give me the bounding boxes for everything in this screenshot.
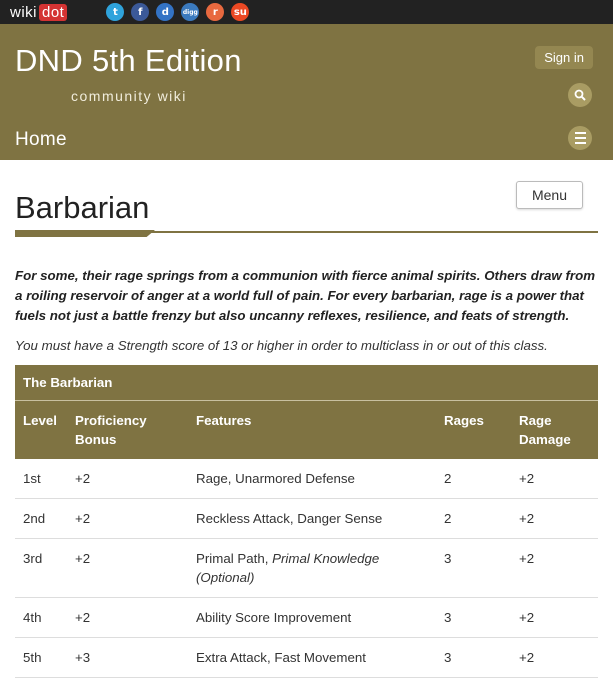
- cell-features: Ability Score Improvement: [188, 597, 436, 638]
- class-intro: For some, their rage springs from a comm…: [15, 268, 596, 323]
- cell-level: 4th: [15, 597, 67, 638]
- logo-suffix: dot: [39, 3, 68, 21]
- cell-rage-damage: +2: [511, 597, 598, 638]
- social-links: t f d digg r su: [106, 3, 250, 21]
- header-rage-damage: Rage Damage: [511, 400, 598, 459]
- search-button[interactable]: [568, 83, 592, 107]
- wikidot-topbar: wiki dot t f d digg r su: [0, 0, 613, 24]
- feature-text: Ability Score Improvement: [196, 610, 352, 625]
- cell-level: 1st: [15, 459, 67, 499]
- cell-level: 2nd: [15, 498, 67, 539]
- header-level: Level: [15, 400, 67, 459]
- nav-menu-button[interactable]: [568, 126, 592, 150]
- feature-text: Rage, Unarmored Defense: [196, 471, 355, 486]
- header-rages: Rages: [436, 400, 511, 459]
- feature-text: Primal Path,: [196, 551, 273, 566]
- cell-proficiency: +2: [67, 597, 188, 638]
- feature-text: Reckless Attack, Danger Sense: [196, 511, 383, 526]
- cell-proficiency: +2: [67, 459, 188, 499]
- cell-level: 3rd: [15, 538, 67, 598]
- cell-rages: 2: [436, 498, 511, 539]
- cell-rage-damage: +2: [511, 498, 598, 539]
- cell-rages: 2: [436, 459, 511, 499]
- cell-proficiency: +3: [67, 637, 188, 678]
- cell-rages: 3: [436, 637, 511, 678]
- cell-features: Primal Path, Primal Knowledge (Optional): [188, 538, 436, 598]
- cell-rage-damage: +2: [511, 459, 598, 499]
- stumbleupon-icon[interactable]: su: [231, 3, 250, 21]
- barbarian-table: The Barbarian Level Proficiency Bonus Fe…: [15, 365, 598, 678]
- search-icon: [574, 89, 586, 101]
- cell-rages: 3: [436, 538, 511, 598]
- main-content: Menu Barbarian For some, their rage spri…: [0, 160, 613, 678]
- site-header: DND 5th Edition community wiki Sign in H…: [0, 24, 613, 160]
- cell-rage-damage: +2: [511, 538, 598, 598]
- site-title[interactable]: DND 5th Edition: [15, 43, 242, 79]
- cell-level: 5th: [15, 637, 67, 678]
- hamburger-icon: [574, 132, 586, 134]
- table-row: 4th +2 Ability Score Improvement 3 +2: [15, 597, 598, 638]
- cell-rages: 3: [436, 597, 511, 638]
- cell-rage-damage: +2: [511, 637, 598, 678]
- table-row: 1st +2 Rage, Unarmored Defense 2 +2: [15, 459, 598, 499]
- table-row: 3rd +2 Primal Path, Primal Knowledge (Opti…: [15, 538, 598, 598]
- multiclass-note: You must have a Strength score of 13 or …: [15, 338, 548, 353]
- facebook-icon[interactable]: f: [131, 3, 150, 21]
- cell-features: Reckless Attack, Danger Sense: [188, 498, 436, 539]
- feature-text: Extra Attack, Fast Movement: [196, 650, 366, 665]
- cell-proficiency: +2: [67, 498, 188, 539]
- header-features: Features: [188, 400, 436, 459]
- table-caption: The Barbarian: [15, 365, 598, 401]
- logo-prefix: wiki: [10, 3, 37, 21]
- wikidot-logo[interactable]: wiki dot: [10, 3, 68, 21]
- twitter-icon[interactable]: t: [106, 3, 125, 21]
- table-row: 5th +3 Extra Attack, Fast Movement 3 +2: [15, 637, 598, 678]
- sign-in-button[interactable]: Sign in: [535, 46, 593, 69]
- home-link[interactable]: Home: [15, 129, 67, 151]
- reddit-icon[interactable]: r: [206, 3, 225, 21]
- header-proficiency: Proficiency Bonus: [67, 400, 188, 459]
- title-divider: [15, 230, 598, 238]
- site-subtitle: community wiki: [71, 88, 187, 104]
- digg-icon[interactable]: digg: [181, 3, 200, 21]
- delicious-icon[interactable]: d: [156, 3, 175, 21]
- page-title: Barbarian: [15, 190, 150, 225]
- cell-proficiency: +2: [67, 538, 188, 598]
- cell-features: Rage, Unarmored Defense: [188, 459, 436, 499]
- cell-features: Extra Attack, Fast Movement: [188, 637, 436, 678]
- page-menu-button[interactable]: Menu: [516, 181, 583, 209]
- table-row: 2nd +2 Reckless Attack, Danger Sense 2 +2: [15, 498, 598, 539]
